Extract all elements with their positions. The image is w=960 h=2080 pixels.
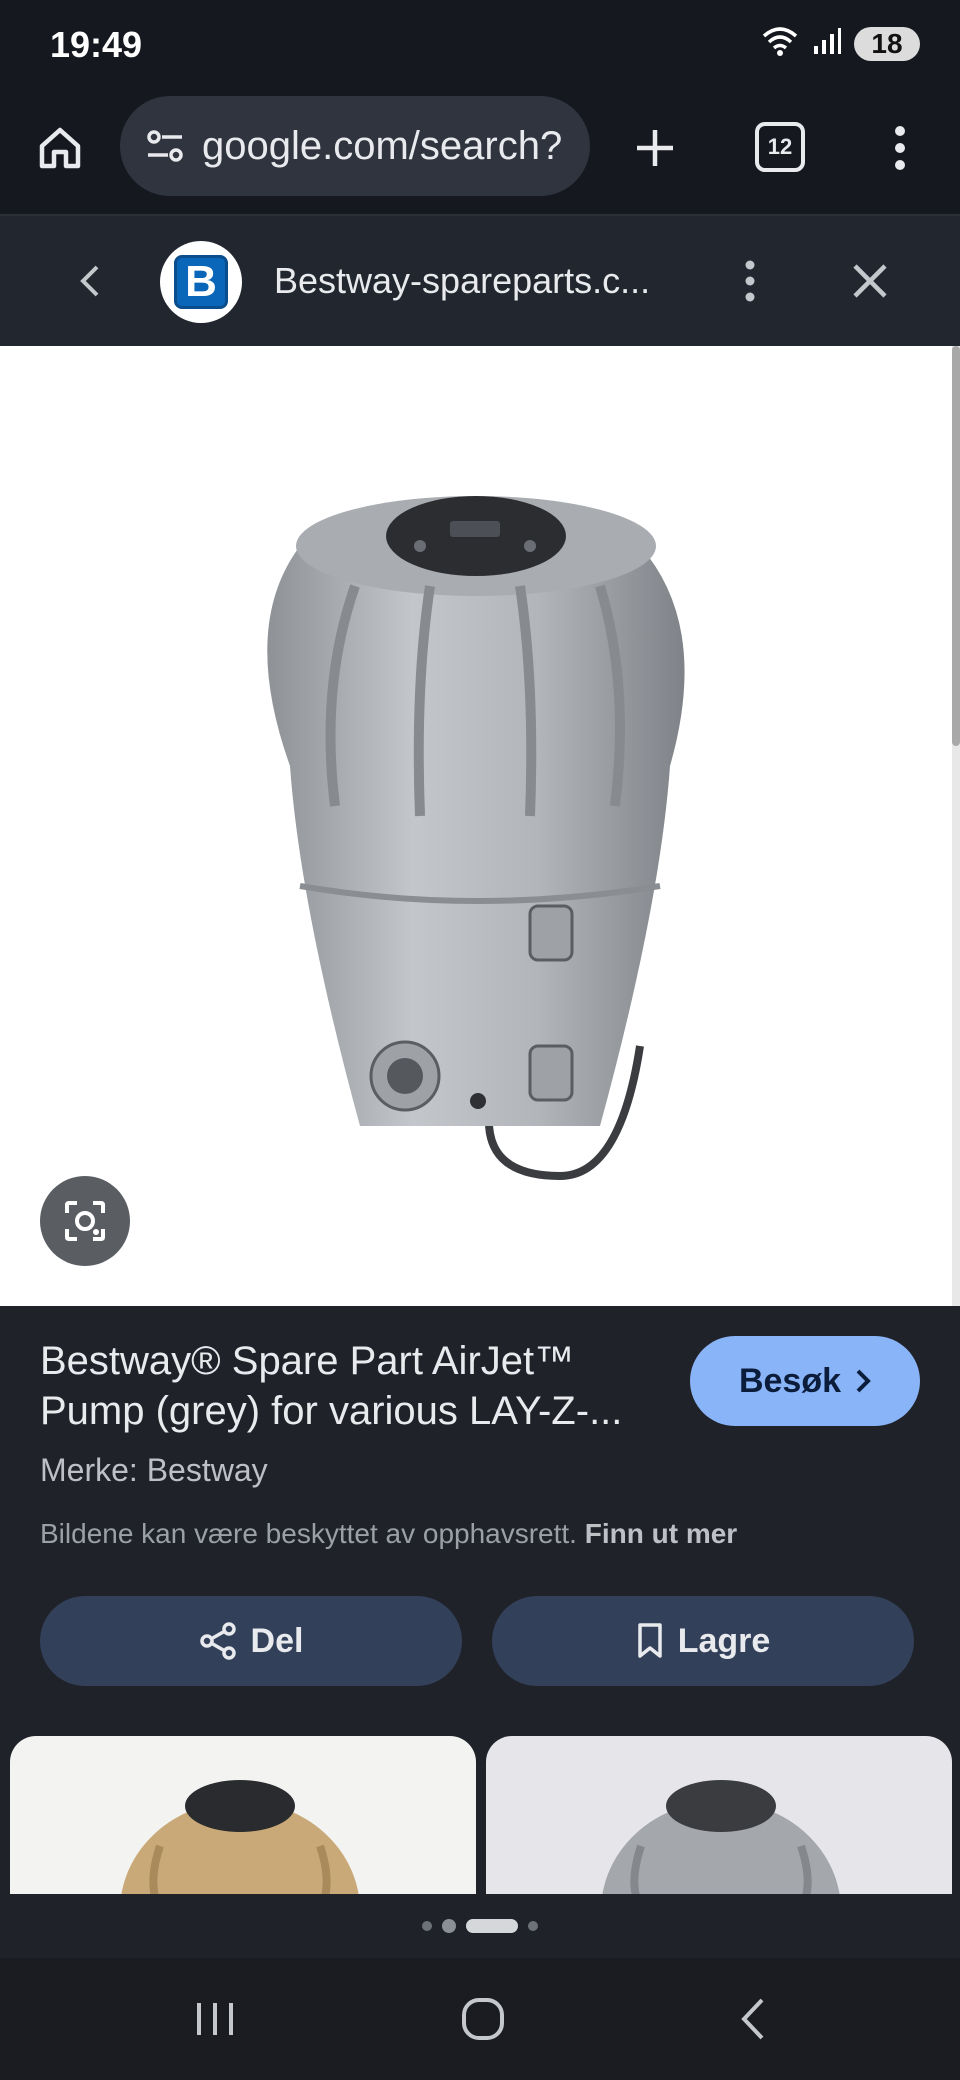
copyright-text: Bildene kan være beskyttet av opphavsret… <box>40 1518 577 1549</box>
lens-icon <box>65 1201 105 1241</box>
status-bar: 19:49 18 <box>0 0 960 90</box>
learn-more-link[interactable]: Finn ut mer <box>585 1518 737 1549</box>
battery-level: 18 <box>871 27 903 59</box>
save-button[interactable]: Lagre <box>492 1596 914 1686</box>
new-tab-button[interactable] <box>625 118 685 178</box>
product-title-line1: Bestway® Spare Part AirJet™ <box>40 1339 575 1383</box>
signal-icon <box>812 26 842 61</box>
wifi-icon <box>760 24 800 63</box>
close-button[interactable] <box>840 251 900 311</box>
url-text: google.com/search? <box>202 123 563 168</box>
scroll-thumb[interactable] <box>952 346 960 746</box>
close-icon <box>853 264 887 298</box>
bestway-logo-icon: B <box>174 255 228 309</box>
visit-label: Besøk <box>738 1361 842 1400</box>
tab-count: 12 <box>767 134 793 159</box>
back-button[interactable] <box>60 251 120 311</box>
grey-pump-image <box>602 1780 840 1896</box>
related-image-thumbnail[interactable] <box>486 1736 952 1896</box>
system-nav-bar <box>0 1958 960 2080</box>
page-dot <box>528 1921 538 1931</box>
status-icons: 18 <box>760 24 920 63</box>
share-button[interactable]: Del <box>40 1596 462 1686</box>
scrollbar[interactable] <box>952 346 960 1306</box>
visit-button[interactable]: Besøk <box>690 1336 920 1426</box>
more-vert-icon <box>895 126 905 170</box>
back-icon <box>741 1998 764 2040</box>
save-label: Lagre <box>677 1621 771 1660</box>
site-favicon: B <box>160 241 242 323</box>
recents-icon <box>197 2003 233 2035</box>
product-image[interactable] <box>0 346 952 1306</box>
page-dot <box>422 1921 432 1931</box>
browser-menu-button[interactable] <box>875 118 925 178</box>
related-image-thumbnail[interactable] <box>10 1736 476 1896</box>
lens-search-button[interactable] <box>40 1176 130 1266</box>
recent-apps-button[interactable] <box>175 1983 255 2055</box>
chevron-right-icon <box>856 1369 871 1393</box>
battery-icon: 18 <box>854 26 920 61</box>
browser-toolbar: google.com/search? 12 <box>0 90 960 216</box>
site-more-button[interactable] <box>730 251 770 311</box>
share-icon <box>199 1622 236 1660</box>
page-indicator <box>0 1894 960 1958</box>
product-title[interactable]: Bestway® Spare Part AirJet™ Pump (grey) … <box>40 1336 660 1436</box>
plus-icon <box>637 130 673 166</box>
page-dot-active <box>466 1919 518 1933</box>
result-info-panel: Bestway® Spare Part AirJet™ Pump (grey) … <box>0 1306 960 1896</box>
product-title-line2: Pump (grey) for various LAY-Z-... <box>40 1389 623 1433</box>
share-label: Del <box>250 1621 304 1660</box>
home-circle-icon <box>462 1998 504 2040</box>
home-icon <box>39 127 81 169</box>
page-dot <box>442 1919 456 1933</box>
tab-switcher-button[interactable]: 12 <box>755 122 805 172</box>
home-button[interactable] <box>30 118 90 178</box>
brand-line: Merke: Bestway <box>40 1452 268 1488</box>
tune-icon[interactable] <box>140 121 190 171</box>
copyright-notice: Bildene kan være beskyttet av opphavsret… <box>40 1518 737 1550</box>
status-time: 19:49 <box>50 24 143 65</box>
site-name[interactable]: Bestway-spareparts.c... <box>274 260 674 302</box>
home-nav-button[interactable] <box>443 1983 523 2055</box>
chevron-left-icon <box>80 265 99 297</box>
bookmark-icon <box>637 1623 662 1658</box>
pump-image <box>267 496 685 1181</box>
tan-pump-image <box>121 1780 359 1896</box>
back-nav-button[interactable] <box>713 1983 793 2055</box>
address-bar[interactable]: google.com/search? <box>120 96 590 196</box>
more-vert-icon <box>745 260 755 302</box>
site-header: B Bestway-spareparts.c... <box>0 216 960 346</box>
